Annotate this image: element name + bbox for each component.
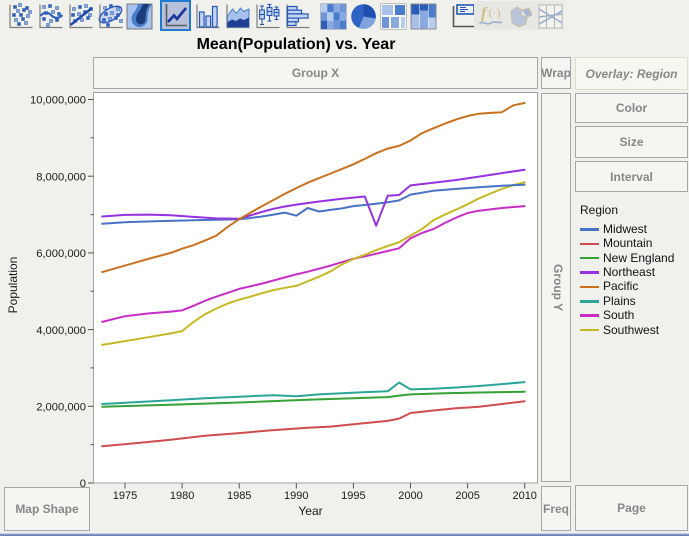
svg-text:Population: Population — [6, 257, 20, 314]
svg-text:2000: 2000 — [398, 490, 422, 502]
svg-text:1995: 1995 — [341, 490, 365, 502]
svg-text:1990: 1990 — [284, 490, 308, 502]
svg-text:2005: 2005 — [455, 490, 479, 502]
svg-text:1975: 1975 — [113, 490, 137, 502]
svg-text:2,000,000: 2,000,000 — [36, 402, 86, 414]
svg-text:10,000,000: 10,000,000 — [30, 95, 86, 107]
svg-text:1985: 1985 — [227, 490, 251, 502]
svg-text:8,000,000: 8,000,000 — [36, 171, 86, 183]
svg-text:1980: 1980 — [170, 490, 194, 502]
svg-text:6,000,000: 6,000,000 — [36, 248, 86, 260]
svg-text:2010: 2010 — [512, 490, 536, 502]
svg-text:4,000,000: 4,000,000 — [36, 325, 86, 337]
svg-text:Year: Year — [298, 504, 322, 518]
